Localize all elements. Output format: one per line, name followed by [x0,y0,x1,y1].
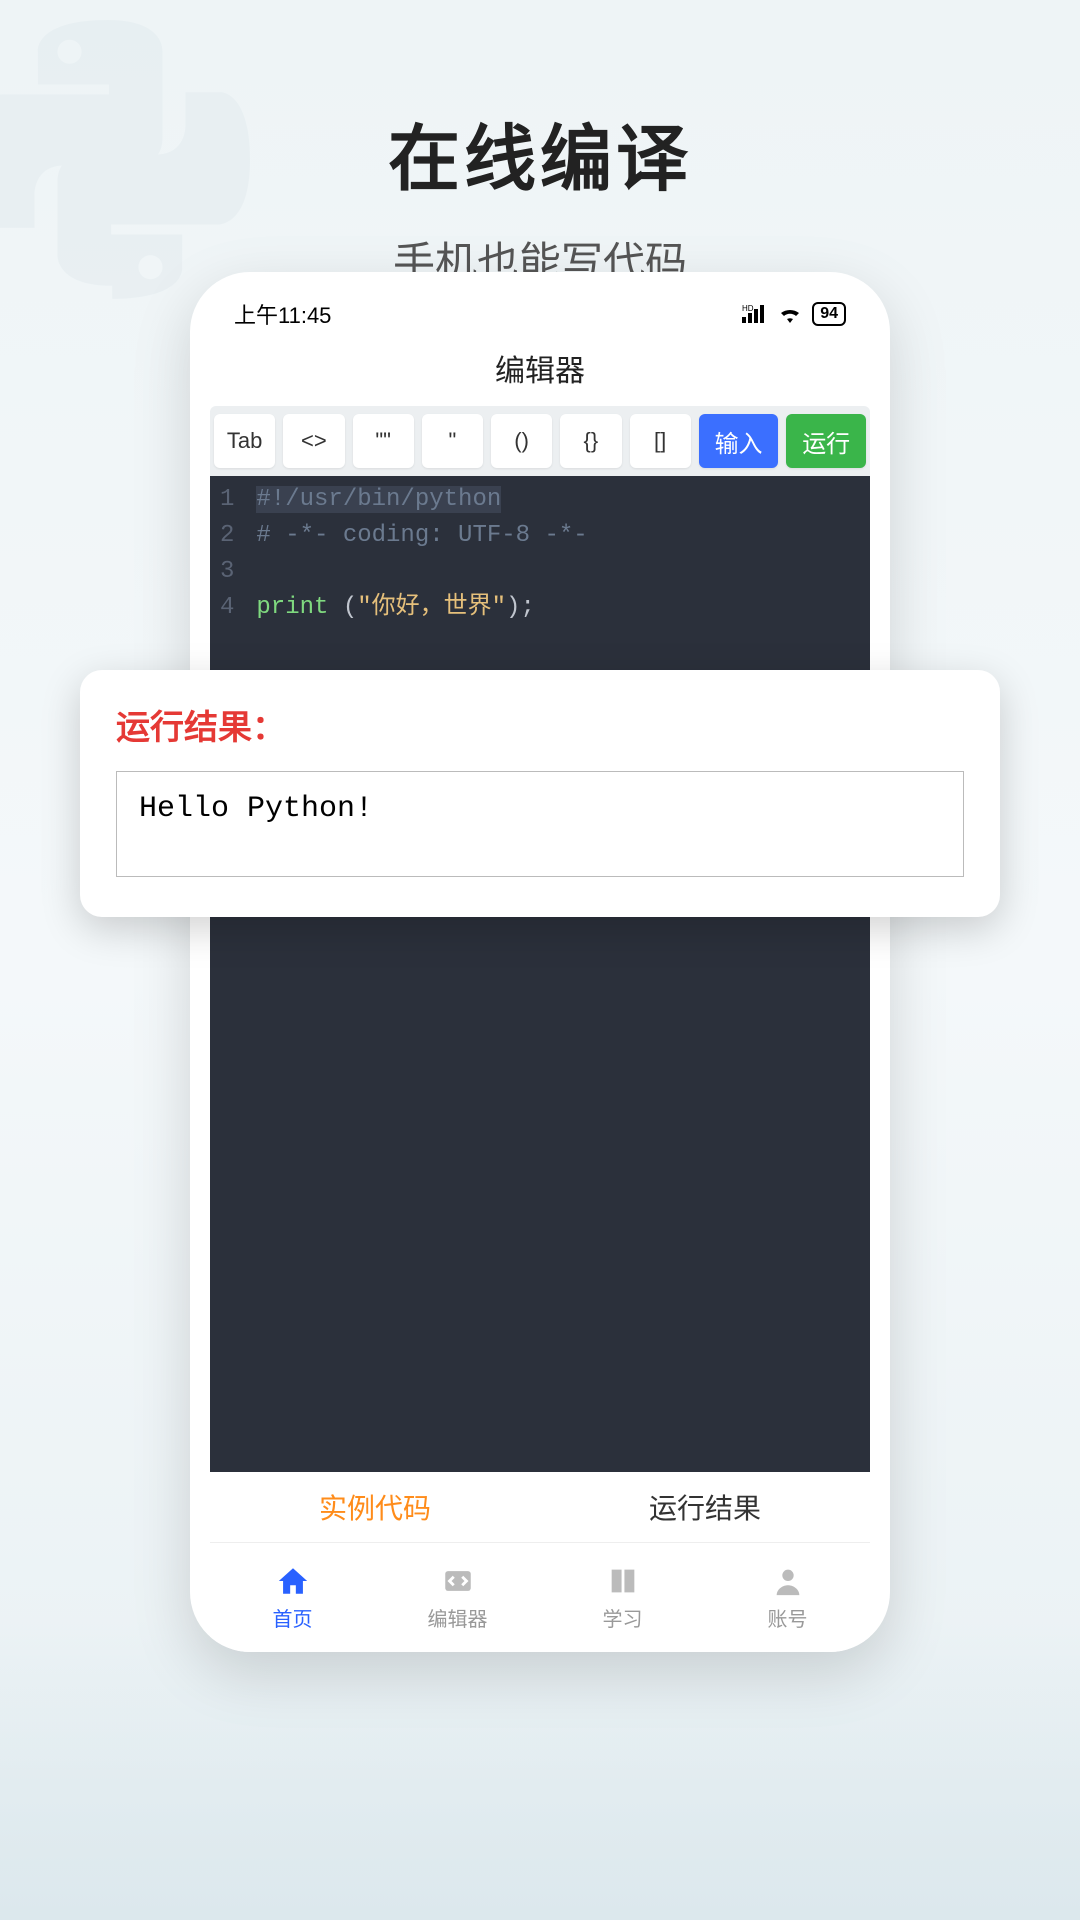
nav-home[interactable]: 首页 [210,1543,375,1652]
code-line-1: #!/usr/bin/python [256,482,862,518]
python-logo-icon [0,20,250,299]
nav-editor[interactable]: 编辑器 [375,1543,540,1652]
line-numbers: 1 2 3 4 [210,476,248,1472]
bottom-nav: 首页 编辑器 学习 账号 [210,1542,870,1652]
wifi-icon [778,305,802,323]
code-line-2: # -*- coding: UTF-8 -*- [256,518,862,554]
tab-example-code[interactable]: 实例代码 [210,1472,540,1542]
sub-tabs: 实例代码 运行结果 [210,1472,870,1542]
angle-brackets-button[interactable]: <> [283,414,344,468]
run-button[interactable]: 运行 [786,414,866,468]
book-icon [605,1563,641,1599]
status-bar: 上午11:45 HD 94 [210,290,870,334]
braces-button[interactable]: {} [560,414,621,468]
code-icon [440,1563,476,1599]
home-icon [275,1563,311,1599]
result-label: 运行结果： [116,700,964,749]
tab-run-result[interactable]: 运行结果 [540,1472,870,1542]
result-output: Hello Python! [116,771,964,877]
app-title: 编辑器 [210,334,870,406]
nav-label: 学习 [603,1603,643,1632]
brackets-button[interactable]: [] [630,414,691,468]
code-line-4: print ("你好，世界"); [256,590,862,626]
result-card: 运行结果： Hello Python! [80,670,1000,917]
background-python-logo [0,20,250,300]
code-line-3 [256,554,862,590]
tab-key-button[interactable]: Tab [214,414,275,468]
svg-text:HD: HD [742,305,754,313]
parentheses-button[interactable]: () [491,414,552,468]
background-wave [0,1620,1080,1920]
nav-account[interactable]: 账号 [705,1543,870,1652]
code-editor[interactable]: 1 2 3 4 #!/usr/bin/python # -*- coding: … [210,476,870,1472]
status-time: 上午11:45 [234,298,331,330]
code-content[interactable]: #!/usr/bin/python # -*- coding: UTF-8 -*… [248,476,870,1472]
nav-label: 首页 [273,1603,313,1632]
single-quote-button[interactable]: " [422,414,483,468]
person-icon [770,1563,806,1599]
status-right: HD 94 [742,302,846,326]
signal-icon: HD [742,305,768,323]
double-quote-button[interactable]: "" [353,414,414,468]
phone-frame: 上午11:45 HD 94 编辑器 Tab <> "" " () {} [] 输… [190,272,890,1652]
battery-indicator: 94 [812,302,846,326]
nav-label: 编辑器 [428,1603,488,1632]
input-button[interactable]: 输入 [699,414,779,468]
nav-learn[interactable]: 学习 [540,1543,705,1652]
nav-label: 账号 [768,1603,808,1632]
code-toolbar: Tab <> "" " () {} [] 输入 运行 [210,406,870,476]
